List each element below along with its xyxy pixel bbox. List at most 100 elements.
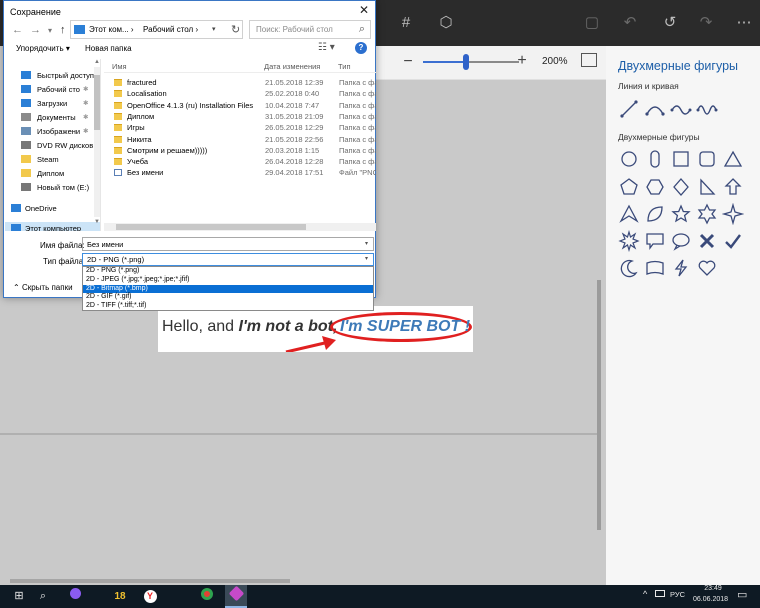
app-18-icon[interactable]: 18 — [110, 588, 130, 605]
filetype-option[interactable]: 2D - GIF (*.gif) — [83, 293, 373, 302]
filetype-option[interactable]: 2D - JPEG (*.jpg;*.jpeg;*.jpe;*.jfif) — [83, 276, 373, 285]
square-shape-icon[interactable] — [670, 148, 692, 170]
pin-icon[interactable]: ✱ — [83, 99, 88, 107]
search-input[interactable]: Поиск: Рабочий стол ⌕ — [249, 20, 371, 39]
nav-item[interactable]: Загрузки ✱ — [5, 97, 100, 110]
zoom-slider-thumb[interactable] — [463, 54, 470, 70]
back-arrow-icon[interactable]: ← — [12, 24, 23, 36]
circle-shape-icon[interactable] — [618, 148, 640, 170]
burst-shape-icon[interactable] — [618, 229, 640, 253]
filetype-select[interactable]: 2D - PNG (*.png) — [82, 253, 374, 266]
horizontal-scrollbar[interactable] — [10, 579, 290, 583]
start-icon[interactable]: ⊞ — [9, 588, 29, 605]
column-date-header[interactable]: Дата изменения — [264, 62, 320, 71]
pin-icon[interactable]: ✱ — [83, 85, 88, 93]
filetype-option[interactable]: 2D - Bitmap (*.bmp) — [83, 284, 373, 294]
capsule-shape-icon[interactable] — [644, 148, 666, 170]
nav-item[interactable]: Документы ✱ — [5, 111, 100, 124]
line-tool-icon[interactable] — [618, 98, 640, 120]
zoom-slider[interactable] — [423, 54, 519, 70]
nav-item[interactable]: Диплом — [5, 167, 100, 180]
s-curve-tool-icon[interactable] — [670, 98, 692, 120]
paste-icon[interactable]: ▢ — [582, 13, 602, 33]
file-row[interactable]: Никита 21.05.2018 22:56 Папка с фай — [104, 134, 376, 145]
star6-shape-icon[interactable] — [696, 203, 718, 225]
leaf-shape-icon[interactable] — [644, 203, 666, 225]
notch-triangle-shape-icon[interactable] — [618, 203, 640, 225]
right-triangle-shape-icon[interactable] — [696, 176, 718, 198]
view-options-icon[interactable]: ☷ ▾ — [318, 42, 335, 53]
undo-icon[interactable]: ↶ — [620, 13, 640, 33]
redo-icon[interactable]: ↷ — [696, 13, 716, 33]
paint3d-icon[interactable] — [226, 585, 246, 605]
pin-icon[interactable]: ✱ — [83, 113, 88, 121]
speech-rect-shape-icon[interactable] — [644, 230, 666, 252]
file-row[interactable]: OpenOffice 4.1.3 (ru) Installation Files… — [104, 100, 376, 111]
wave-tool-icon[interactable] — [696, 98, 718, 120]
filetype-option[interactable]: 2D - PNG (*.png) — [83, 267, 373, 276]
rounded-square-shape-icon[interactable] — [696, 148, 718, 170]
chevron-down-icon[interactable]: ▾ — [212, 25, 216, 33]
forward-arrow-icon[interactable]: → — [30, 24, 41, 36]
nav-item[interactable]: Изображени ✱ — [5, 125, 100, 138]
diamond-shape-icon[interactable] — [670, 176, 692, 198]
vertical-scrollbar[interactable] — [597, 280, 601, 530]
nav-item[interactable]: Этот компьютер — [5, 222, 100, 231]
torrent-icon[interactable] — [65, 588, 85, 605]
hide-folders-button[interactable]: ⌃ Скрыть папки — [13, 283, 73, 292]
check-shape-icon[interactable] — [722, 230, 744, 252]
chevron-down-icon[interactable]: ▾ — [365, 240, 368, 247]
moon-shape-icon[interactable] — [618, 257, 640, 279]
up-arrow-icon[interactable]: ↑ — [60, 24, 66, 36]
nav-item[interactable]: Быстрый доступ — [5, 69, 100, 82]
organize-button[interactable]: Упорядочить ▾ — [16, 44, 70, 53]
notifications-icon[interactable]: ▭ — [737, 588, 747, 601]
help-button[interactable]: ? — [355, 42, 367, 54]
history-icon[interactable]: ↺ — [660, 13, 680, 33]
file-row[interactable]: Localisation 25.02.2018 0:40 Папка с фай — [104, 88, 376, 99]
refresh-icon[interactable]: ↻ — [231, 23, 240, 36]
speech-oval-shape-icon[interactable] — [670, 230, 692, 252]
address-bar[interactable]: Этот ком... › Рабочий стол › ▾ ↻ — [70, 20, 243, 39]
network-icon[interactable] — [655, 590, 665, 597]
nav-pane-scrollbar[interactable] — [94, 67, 100, 217]
pin-icon[interactable]: ✱ — [83, 127, 88, 135]
crop-icon[interactable]: # — [396, 13, 416, 33]
file-list-scrollbar[interactable] — [104, 223, 376, 231]
file-row[interactable]: Игры 26.05.2018 12:29 Папка с фай — [104, 122, 376, 133]
canvas-image[interactable]: Hello, and I'm not a bot, I'm SUPER BOT … — [158, 306, 473, 352]
scroll-up-icon[interactable]: ▲ — [94, 59, 100, 65]
close-icon[interactable]: ✕ — [359, 3, 369, 17]
nav-item[interactable]: Новый том (E:) — [5, 181, 100, 194]
heart-shape-icon[interactable] — [696, 257, 718, 279]
scrollbar-thumb[interactable] — [94, 75, 100, 130]
recent-locations-icon[interactable]: ▾ — [48, 26, 52, 35]
breadcrumb-computer[interactable]: Этот ком... › — [89, 25, 134, 34]
scrollbar-thumb[interactable] — [116, 224, 306, 230]
nav-item[interactable]: OneDrive — [5, 202, 100, 215]
triangle-shape-icon[interactable] — [722, 148, 744, 170]
column-type-header[interactable]: Тип — [338, 62, 351, 71]
arrow-up-shape-icon[interactable] — [722, 176, 744, 198]
yandex-icon[interactable]: Y — [140, 588, 160, 605]
chevron-up-icon[interactable]: ^ — [643, 589, 647, 599]
clock-date[interactable]: 06.06.2018 — [693, 596, 728, 603]
filetype-option[interactable]: 2D - TIFF (*.tiff;*.tif) — [83, 302, 373, 311]
chevron-down-icon[interactable]: ▾ — [365, 255, 368, 262]
filename-field[interactable]: Без имени — [82, 237, 374, 251]
file-row[interactable]: Смотрим и решаем))))) 20.03.2018 1:15 Папк… — [104, 145, 376, 156]
search-icon[interactable]: ⌕ — [33, 588, 53, 605]
clock-time[interactable]: 23:49 — [700, 585, 726, 592]
file-row[interactable]: Без имени 29.04.2018 17:51 Файл "PNG" — [104, 167, 376, 178]
star4-shape-icon[interactable] — [721, 202, 745, 226]
language-indicator[interactable]: РУС — [670, 590, 685, 599]
breadcrumb-desktop[interactable]: Рабочий стол › — [143, 25, 198, 34]
banner-shape-icon[interactable] — [644, 257, 666, 279]
file-row[interactable]: Диплом 31.05.2018 21:09 Папка с фай — [104, 111, 376, 122]
lightning-shape-icon[interactable] — [670, 257, 692, 279]
zoom-in-button[interactable]: + — [514, 52, 530, 70]
scroll-down-icon[interactable]: ▼ — [94, 219, 100, 225]
3d-library-icon[interactable]: ⬡ — [436, 13, 456, 33]
column-name-header[interactable]: Имя — [112, 62, 127, 71]
cross-shape-icon[interactable] — [696, 230, 718, 252]
